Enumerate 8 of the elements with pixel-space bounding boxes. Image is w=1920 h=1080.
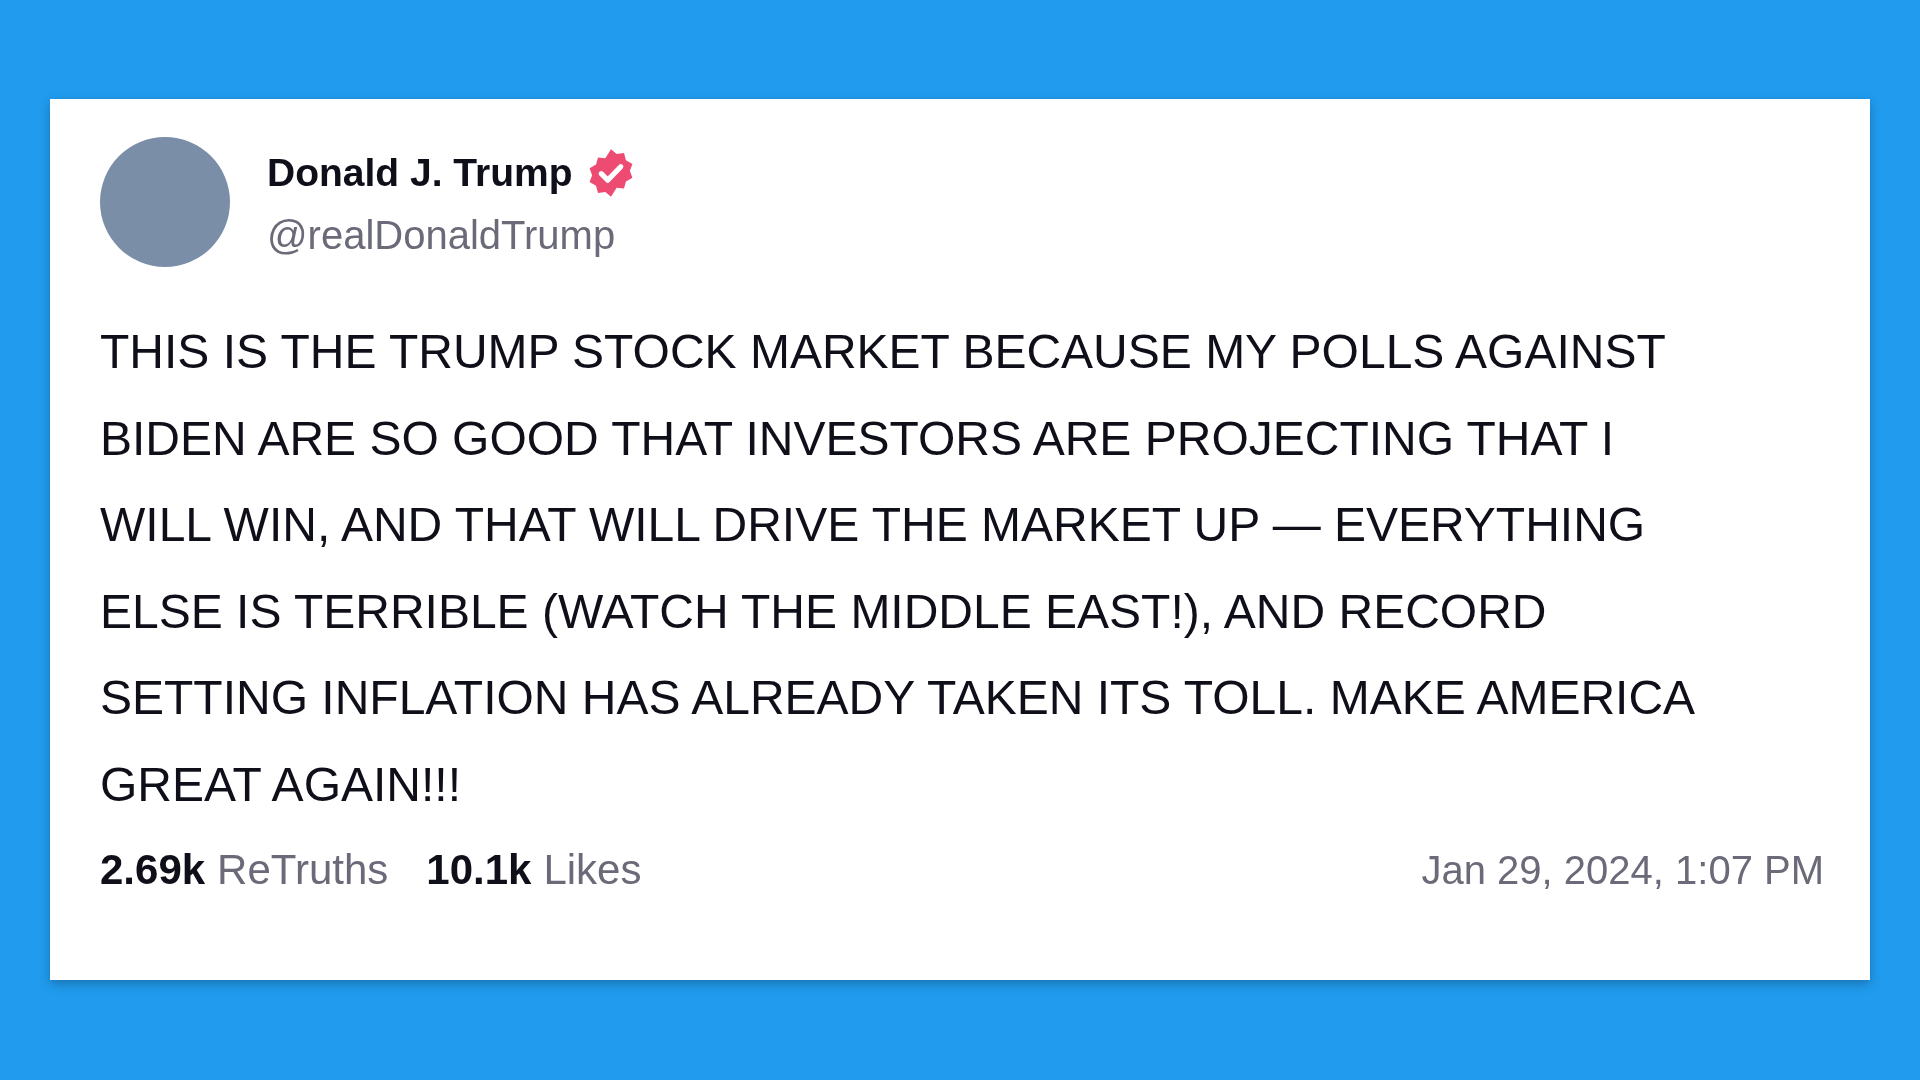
post-text: THIS IS THE TRUMP STOCK MARKET BECAUSE MY POLLS AGAINST BIDEN ARE SO GOOD THAT INVESTORS ARE PROJECTING THAT I WILL WIN, AND THAT WILL DRIVE THE MARKET UP — EVERYTHING ELSE IS TERRIBLE (WATCH THE MIDDLE EAST!), AND RECORD SETTING INFLATION HAS ALREADY TAKEN ITS TOLL. MAKE AMERICA GREAT AGAIN!!! [100,324,1695,813]
stat-label: ReTruths [217,846,389,894]
stat-count: 2.69k [100,846,206,894]
author-name[interactable]: Donald J. Trump [267,150,573,195]
post-timestamp: Jan 29, 2024, 1:07 PM [1421,847,1824,893]
author-handle[interactable]: @realDonaldTrump [267,212,637,258]
stat-count: 10.1k [426,846,532,894]
stat-label: Likes [543,846,642,894]
